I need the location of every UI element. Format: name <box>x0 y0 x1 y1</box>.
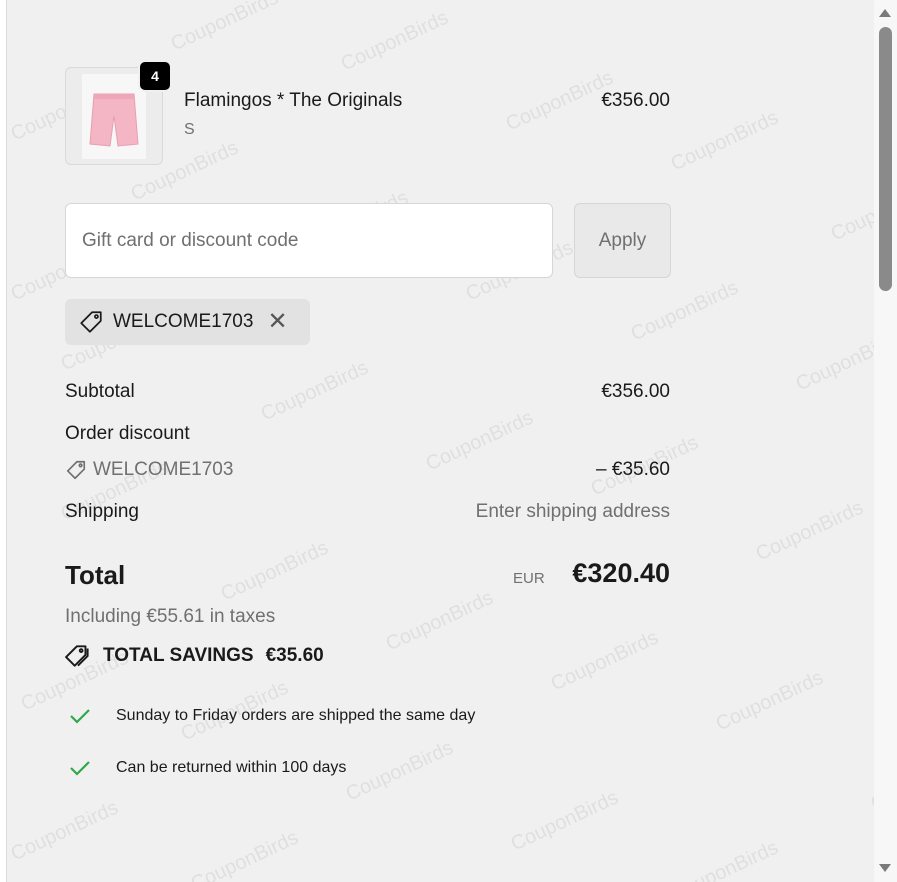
order-summary-panel: CouponBirds CouponBirds CouponBirds CouponB… <box>6 0 874 882</box>
applied-code-label: WELCOME1703 <box>113 311 254 332</box>
watermark: CouponBirds <box>627 276 742 346</box>
close-icon[interactable]: ✕ <box>267 310 287 334</box>
product-name: Flamingos * The Originals <box>184 90 403 111</box>
watermark: CouponBirds <box>342 736 457 806</box>
watermark: CouponBirds <box>547 626 662 696</box>
applied-discount-chip: WELCOME1703 ✕ <box>65 299 310 345</box>
total-label: Total <box>65 560 126 590</box>
total-savings-label: TOTAL SAVINGS <box>103 645 254 666</box>
total-savings-value: €35.60 <box>265 645 324 666</box>
product-price: €356.00 <box>601 90 670 111</box>
watermark: CouponBirds <box>827 176 874 246</box>
product-variant: S <box>184 121 195 138</box>
watermark: CouponBirds <box>167 0 282 56</box>
scrollbar[interactable] <box>874 0 897 882</box>
watermark: CouponBirds <box>187 826 302 882</box>
shipping-label: Shipping <box>65 501 139 522</box>
watermark: CouponBirds <box>422 406 537 476</box>
order-discount-value: – €35.60 <box>596 459 670 480</box>
scroll-down-arrow-icon[interactable] <box>879 864 891 872</box>
total-currency: EUR <box>513 570 545 587</box>
tag-icon <box>80 311 102 333</box>
subtotal-label: Subtotal <box>65 381 135 402</box>
apply-button[interactable]: Apply <box>574 203 671 278</box>
perk-text: Can be returned within 100 days <box>116 759 347 776</box>
watermark: CouponBirds <box>382 586 497 656</box>
watermark: CouponBirds <box>337 6 452 76</box>
order-discount-label: Order discount <box>65 423 190 444</box>
check-icon <box>70 761 90 776</box>
total-value: €320.40 <box>572 558 670 588</box>
savings-tag-icon <box>65 645 89 667</box>
order-discount-code-text: WELCOME1703 <box>93 459 234 480</box>
watermark: CouponBirds <box>217 536 332 606</box>
watermark: CouponBirds <box>712 666 827 736</box>
perk-item: Can be returned within 100 days <box>69 759 346 777</box>
subtotal-value: €356.00 <box>601 381 670 402</box>
quantity-badge: 4 <box>138 60 172 92</box>
watermark: CouponBirds <box>752 496 867 566</box>
taxes-note: Including €55.61 in taxes <box>65 606 276 627</box>
scroll-thumb[interactable] <box>879 27 892 291</box>
watermark: CouponBirds <box>667 836 782 882</box>
order-discount-code: WELCOME1703 <box>65 459 233 481</box>
pink-shorts-image <box>89 93 139 147</box>
check-icon <box>70 709 90 724</box>
discount-code-input[interactable] <box>65 203 553 278</box>
watermark: CouponBirds <box>7 796 122 866</box>
tag-icon <box>66 460 86 480</box>
perk-text: Sunday to Friday orders are shipped the … <box>116 707 476 724</box>
shipping-value: Enter shipping address <box>475 501 670 522</box>
watermark: CouponBirds <box>502 66 617 136</box>
watermark: CouponBirds <box>257 356 372 426</box>
scroll-up-arrow-icon[interactable] <box>879 9 891 17</box>
watermark: CouponBirds <box>507 786 622 856</box>
watermark: CouponBirds <box>667 106 782 176</box>
total-savings: TOTAL SAVINGS €35.60 <box>65 643 324 669</box>
perk-item: Sunday to Friday orders are shipped the … <box>69 707 475 725</box>
watermark: CouponBirds <box>792 326 874 396</box>
